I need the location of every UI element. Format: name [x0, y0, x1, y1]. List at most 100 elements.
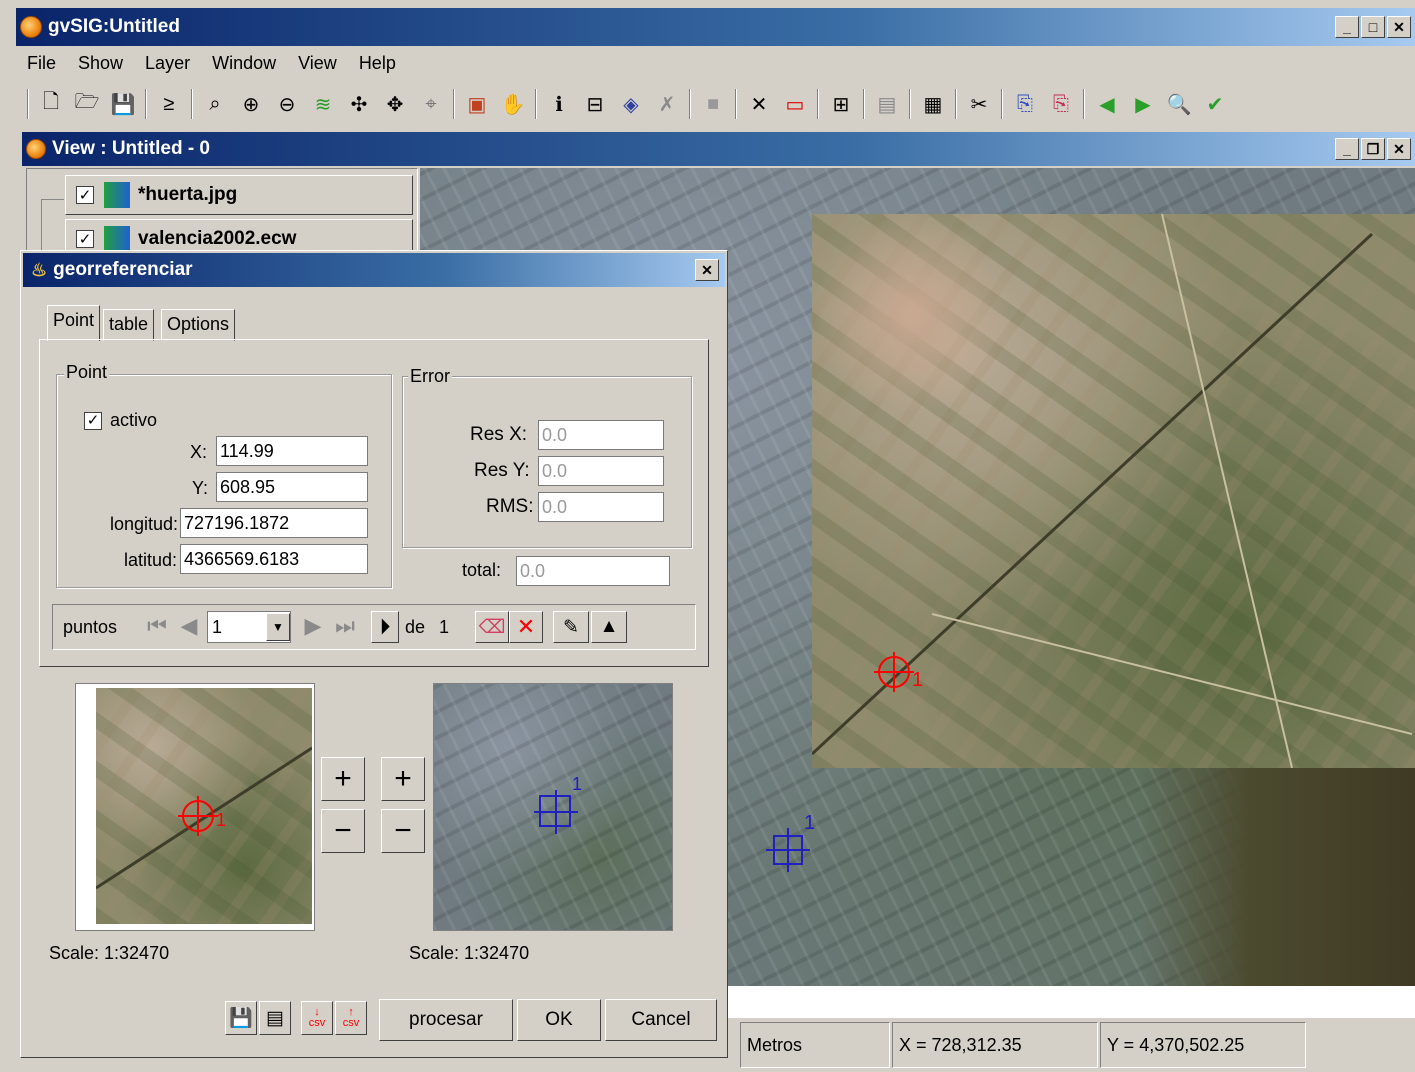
gray-box-icon[interactable]: ■ [696, 87, 730, 121]
menu-help[interactable]: Help [348, 46, 407, 80]
dialog-titlebar: ♨ georreferenciar ✕ [23, 253, 725, 287]
menu-layer[interactable]: Layer [134, 46, 201, 80]
zoom-in-icon[interactable]: ⊕ [234, 87, 268, 121]
x-coord-text: X = 728,312.35 [899, 1034, 1022, 1055]
status-x: X = 728,312.35 [892, 1022, 1098, 1068]
activo-checkbox[interactable]: ✓ [84, 411, 102, 430]
left-zoom-preview[interactable]: 1 [75, 683, 315, 931]
checkmark-icon[interactable]: ✔ [1198, 87, 1232, 121]
paste-doc-icon[interactable]: ⎘ [1044, 87, 1078, 121]
right-preview-label: 1 [572, 774, 583, 794]
total-label: total: [462, 560, 502, 580]
menu-file[interactable]: File [16, 46, 67, 80]
layer-name: *huerta.jpg [138, 184, 238, 205]
pin-icon[interactable]: ✗ [650, 87, 684, 121]
add-frame-icon[interactable]: ⊞ [824, 87, 858, 121]
gcp-marker-red[interactable] [874, 650, 934, 700]
new-point-icon[interactable]: ⏵ [371, 611, 399, 643]
units-text: Metros [747, 1034, 803, 1055]
zoom-extent-icon[interactable]: ✥ [378, 87, 412, 121]
layer-visible-checkbox[interactable]: ✓ [76, 186, 94, 204]
raster-layer-icon [104, 226, 130, 252]
view-minimize-icon[interactable]: _ [1335, 138, 1359, 160]
point-select[interactable]: 1 ▼ [207, 611, 291, 643]
collapse-up-icon[interactable]: ▲ [591, 611, 627, 643]
copy-doc-icon[interactable]: ⎘ [1008, 87, 1042, 121]
latitud-input[interactable] [180, 544, 368, 574]
left-zoom-in-button[interactable]: + [321, 757, 365, 801]
table-icon[interactable]: ▤ [870, 87, 904, 121]
erase-point-icon[interactable]: ⌫ [475, 611, 509, 643]
raster-icon[interactable]: ▣ [460, 87, 494, 121]
tab-table[interactable]: table [103, 309, 155, 341]
red-rect-icon[interactable]: ▭ [778, 87, 812, 121]
procesar-button[interactable]: procesar [379, 999, 513, 1041]
expand-icon[interactable]: ✕ [742, 87, 776, 121]
grid-icon[interactable]: ▦ [916, 87, 950, 121]
gcp-marker-label: 1 [912, 669, 924, 691]
green-left-icon[interactable]: ◀ [1090, 87, 1124, 121]
zoom-out-icon[interactable]: ⊖ [270, 87, 304, 121]
menu-view[interactable]: View [287, 46, 348, 80]
right-zoom-preview[interactable]: 1 [433, 683, 673, 931]
gcp-marker-blue[interactable] [766, 828, 816, 878]
left-preview-label: 1 [216, 810, 227, 830]
dialog-title: georreferenciar [53, 259, 193, 280]
export-csv-icon[interactable]: ↑ csv [335, 1001, 367, 1035]
close-icon[interactable]: ✕ [1387, 16, 1411, 38]
layer-item-huerta[interactable]: ✓ *huerta.jpg [65, 175, 413, 215]
maximize-icon[interactable]: □ [1361, 16, 1385, 38]
save-points-icon[interactable]: 💾 [225, 1001, 257, 1035]
menu-bar: File Show Layer Window View Help [16, 46, 1415, 80]
import-csv-icon[interactable]: ↓ csv [301, 1001, 333, 1035]
view-close-icon[interactable]: ✕ [1387, 138, 1411, 160]
measure-icon[interactable]: ⊟ [578, 87, 612, 121]
latitud-label: latitud: [124, 550, 178, 570]
new-doc-icon[interactable]: 🗋 [34, 87, 68, 121]
info-icon[interactable]: ℹ [542, 87, 576, 121]
menu-window[interactable]: Window [201, 46, 287, 80]
tab-options[interactable]: Options [161, 309, 236, 341]
last-point-icon[interactable]: ⏭ [331, 609, 359, 643]
zoom-all-icon[interactable]: ✣ [342, 87, 376, 121]
pan-hand-icon[interactable]: ✋ [496, 87, 530, 121]
save-icon[interactable]: 💾 [106, 87, 140, 121]
minimize-icon[interactable]: _ [1335, 16, 1359, 38]
dialog-close-icon[interactable]: ✕ [695, 259, 719, 281]
open-folder-icon[interactable]: 🗁 [70, 87, 104, 121]
prev-point-icon[interactable]: ◀ [175, 609, 203, 643]
y-input[interactable] [216, 472, 368, 502]
area-icon[interactable]: ◈ [614, 87, 648, 121]
layers-icon[interactable]: ≋ [306, 87, 340, 121]
green-right-icon[interactable]: ▶ [1126, 87, 1160, 121]
longitud-input[interactable] [180, 508, 368, 538]
zoom-prev-icon[interactable]: ⌕ [198, 87, 232, 121]
gcp-marker-label-blue: 1 [804, 812, 816, 834]
de-label: de [405, 617, 426, 637]
menu-show[interactable]: Show [67, 46, 134, 80]
ok-button[interactable]: OK [517, 999, 601, 1041]
georef-icon: ♨ [31, 259, 48, 280]
rms-label: RMS: [486, 496, 534, 517]
cancel-button[interactable]: Cancel [605, 999, 717, 1041]
add-layer-icon[interactable]: ≥ [152, 87, 186, 121]
delete-point-icon[interactable]: ✕ [509, 611, 543, 643]
tab-point[interactable]: Point [47, 305, 101, 341]
puntos-label: puntos [63, 617, 118, 637]
zoom-select-icon[interactable]: ⌖ [414, 87, 448, 121]
tools-icon[interactable]: ✂ [962, 87, 996, 121]
chevron-down-icon[interactable]: ▼ [266, 613, 290, 641]
layer-visible-checkbox[interactable]: ✓ [76, 230, 94, 248]
x-input[interactable] [216, 436, 368, 466]
next-point-icon[interactable]: ▶ [299, 609, 327, 643]
right-zoom-out-button[interactable]: − [381, 809, 425, 853]
report-icon[interactable]: ▤ [259, 1001, 291, 1035]
right-zoom-in-button[interactable]: + [381, 757, 425, 801]
left-zoom-out-button[interactable]: − [321, 809, 365, 853]
first-point-icon[interactable]: ⏮ [143, 609, 171, 643]
edit-point-icon[interactable]: ✎ [553, 611, 589, 643]
view-restore-icon[interactable]: ❐ [1361, 138, 1385, 160]
status-units: Metros [740, 1022, 890, 1068]
search-gray-icon[interactable]: 🔍 [1162, 87, 1196, 121]
view-title: View : Untitled - 0 [52, 138, 211, 159]
